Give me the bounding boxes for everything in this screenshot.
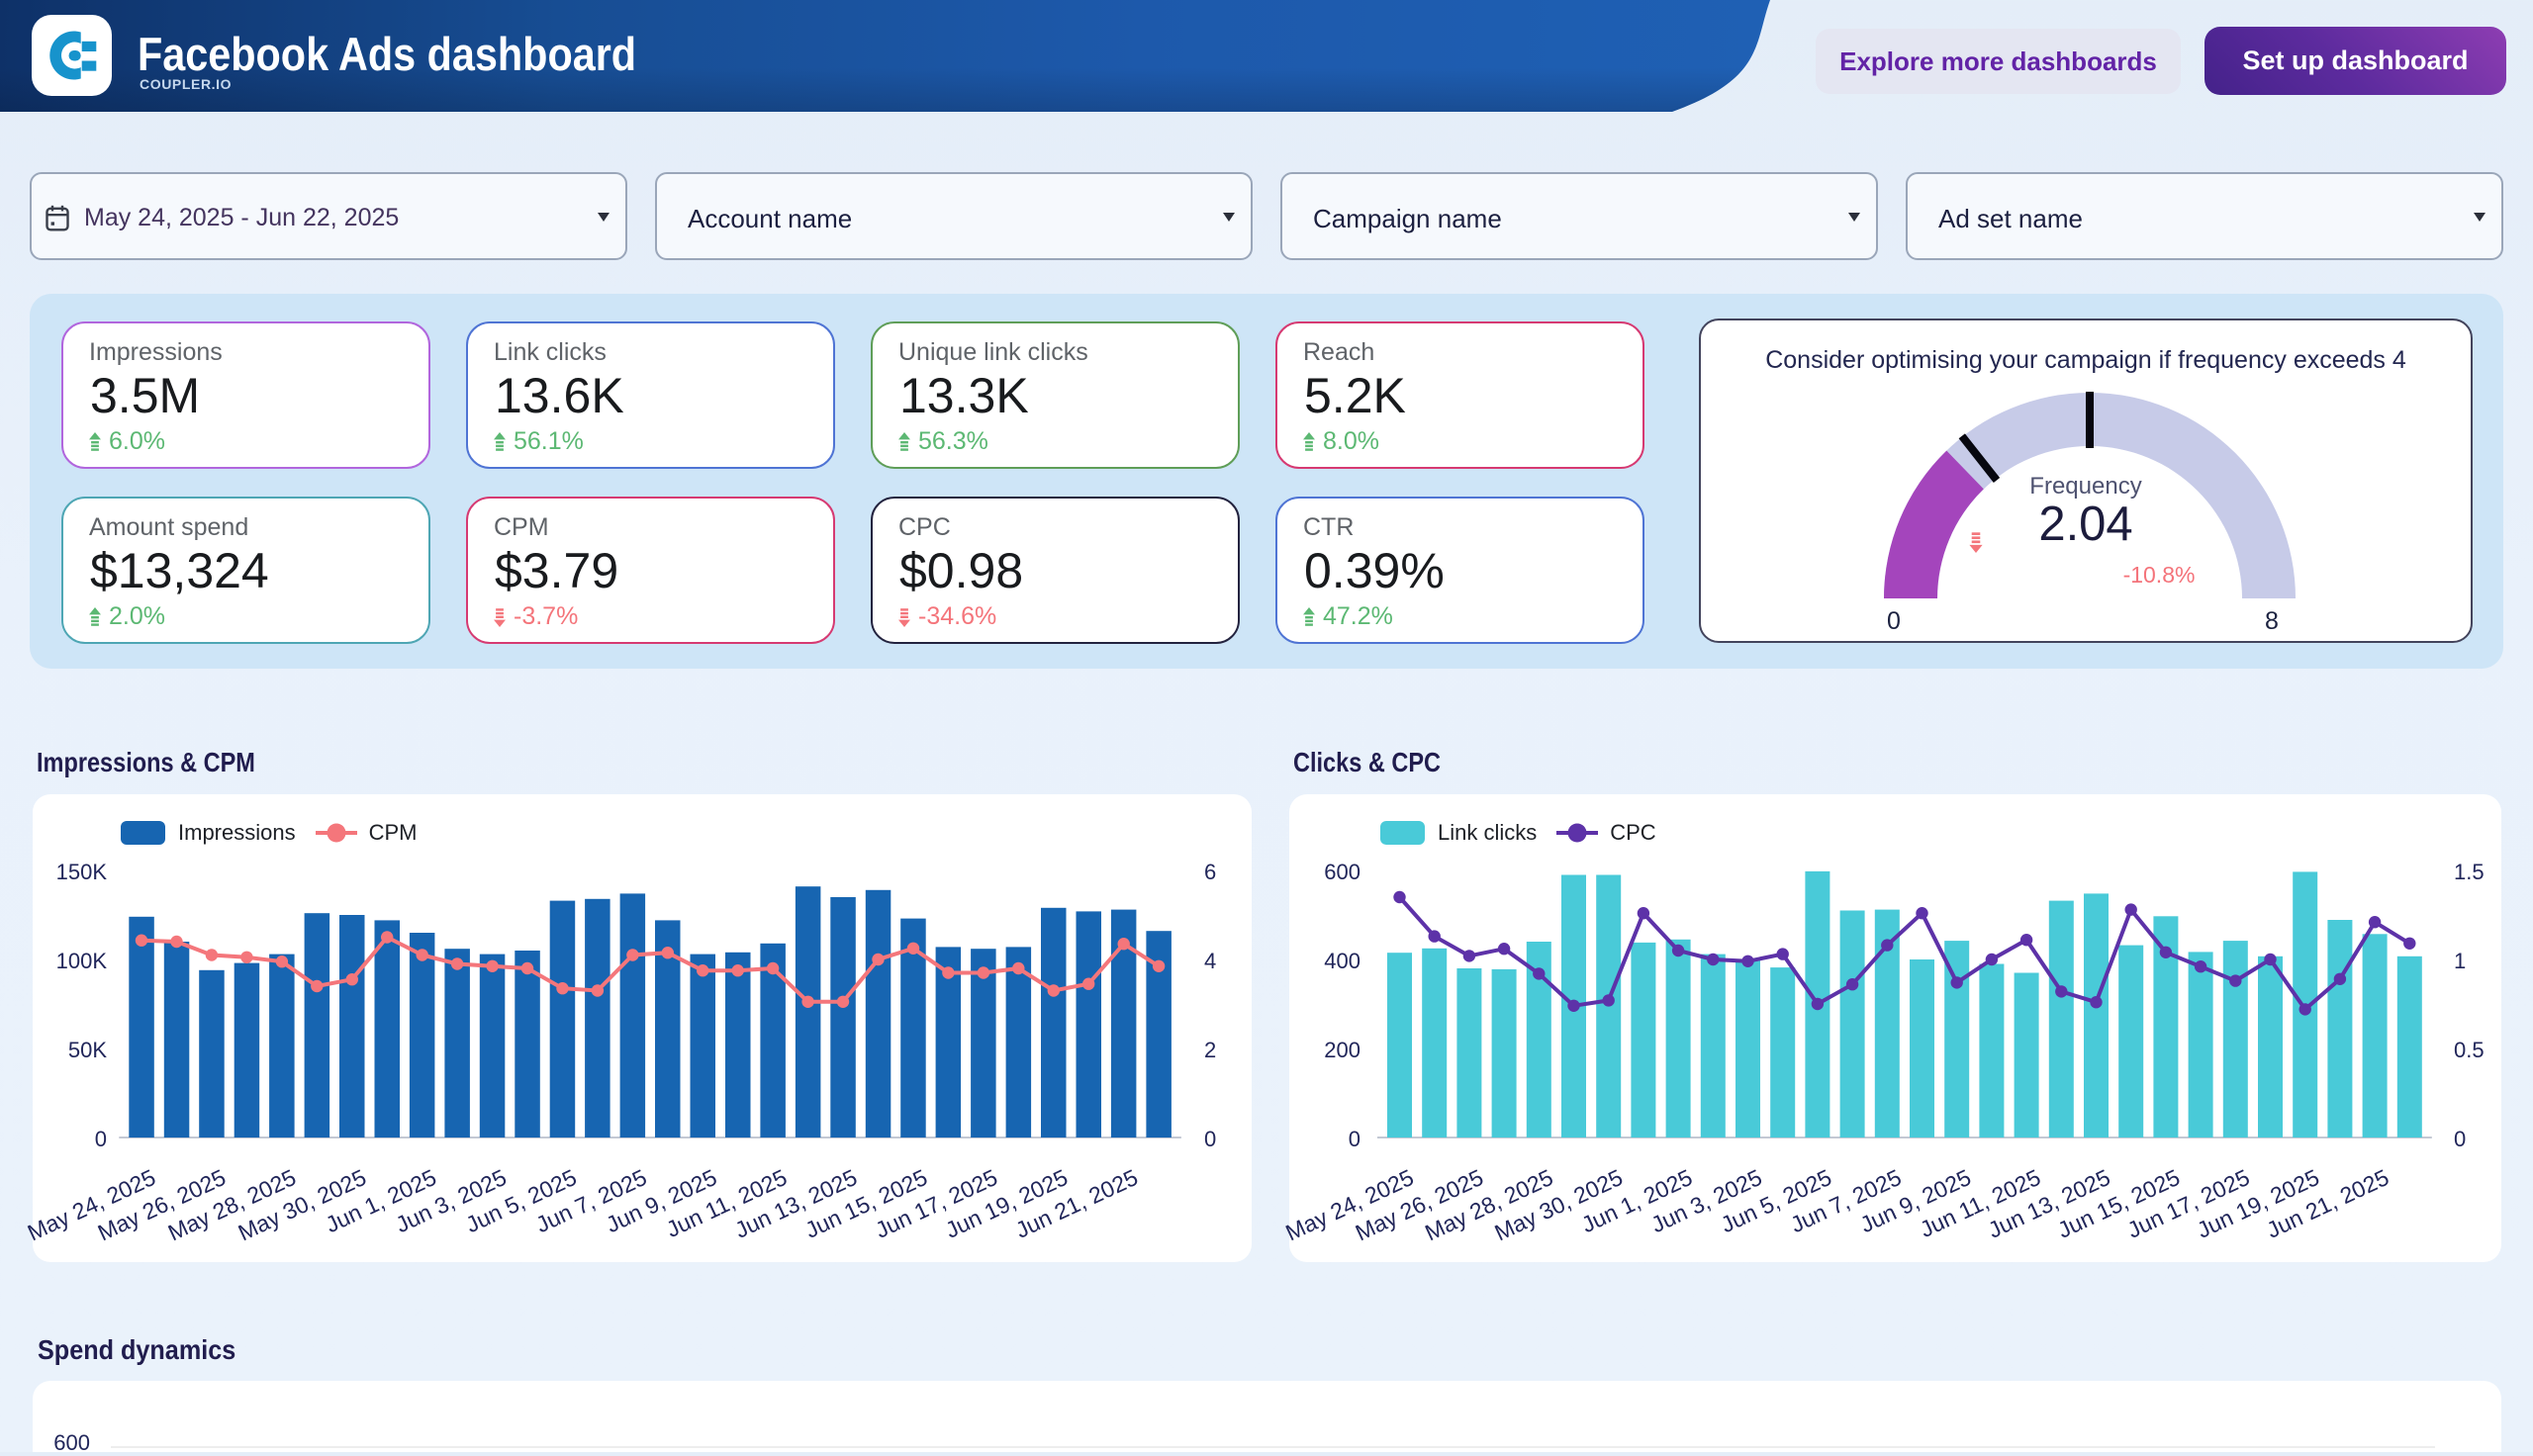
svg-text:100K: 100K xyxy=(56,949,108,973)
svg-text:1: 1 xyxy=(2454,949,2466,973)
svg-text:50K: 50K xyxy=(68,1038,107,1062)
svg-text:150K: 150K xyxy=(56,860,108,884)
svg-text:400: 400 xyxy=(1324,949,1360,973)
svg-text:0: 0 xyxy=(1349,1127,1360,1151)
svg-text:200: 200 xyxy=(1324,1038,1360,1062)
svg-text:0.5: 0.5 xyxy=(2454,1038,2485,1062)
svg-text:2: 2 xyxy=(1204,1038,1216,1062)
svg-text:0: 0 xyxy=(1204,1127,1216,1151)
svg-text:1.5: 1.5 xyxy=(2454,860,2485,884)
svg-text:0: 0 xyxy=(95,1127,107,1151)
svg-text:6: 6 xyxy=(1204,860,1216,884)
svg-text:0: 0 xyxy=(2454,1127,2466,1151)
svg-text:4: 4 xyxy=(1204,949,1216,973)
svg-text:600: 600 xyxy=(1324,860,1360,884)
